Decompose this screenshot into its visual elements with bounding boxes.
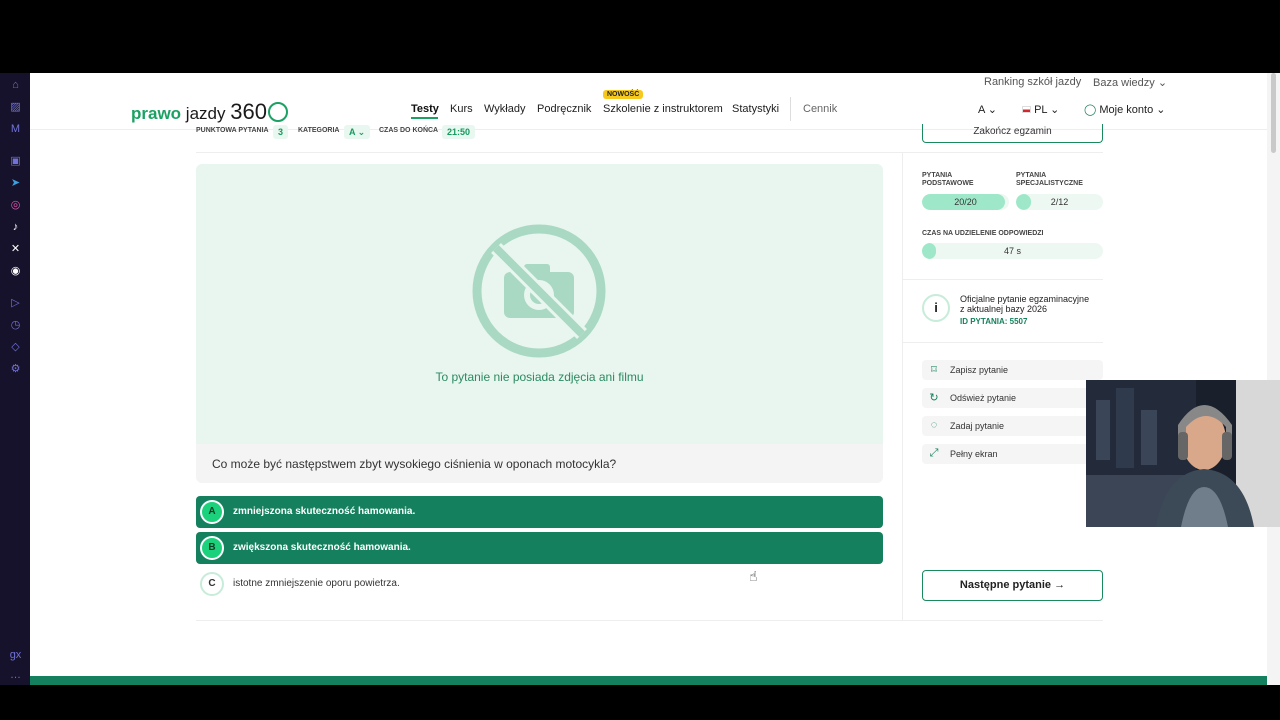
answer-a[interactable]: A zmniejszona skuteczność hamowania. [196,496,883,528]
chat-icon: ◌ [930,419,938,431]
page-scrollbar[interactable] [1267,73,1280,685]
category-select[interactable]: A ⌄ [978,103,997,116]
nav-instructor-training[interactable]: Szkolenie z instruktorem [603,103,723,115]
no-media-text: To pytanie nie posiada zdjęcia ani filmu [435,370,644,384]
account-menu[interactable]: ◯ Moje konto ⌄ [1084,103,1165,116]
question-text: Co może być następstwem zbyt wysokiego c… [212,457,617,471]
chevron-down-icon: ⌄ [1050,104,1060,116]
answer-text: zmniejszona skuteczność hamowania. [233,506,416,517]
gx-icon[interactable]: gx [9,649,22,662]
cube-icon[interactable]: ◇ [9,341,22,354]
column-divider [902,153,903,621]
category-value: A ⌄ [344,125,371,139]
nav-tests[interactable]: Testy [411,103,439,115]
end-exam-button[interactable]: Zakończ egzamin [922,124,1103,143]
refresh-question-button[interactable]: ↻ Odśwież pytanie [922,388,1103,408]
info-icon: i [922,294,950,322]
more-icon[interactable]: … [9,669,22,682]
site-logo[interactable]: prawo jazdy 360 [131,99,288,125]
expand-icon: ⤢ [929,447,939,459]
mouse-cursor: ☝ [749,568,758,584]
database-text: z aktualnej bazy 2026 [960,304,1048,314]
answer-time-bar: 47 s [922,243,1103,259]
nav-divider [790,97,791,121]
basic-questions-label: PYTANIA PODSTAWOWE [922,172,974,187]
ranking-link[interactable]: Ranking szkół jazdy [984,76,1081,88]
answer-letter: B [200,536,224,560]
answer-text: istotne zmniejszenie oporu powietrza. [233,578,400,589]
official-question-text: Oficjalne pytanie egzaminacyjne [960,294,1090,304]
active-tab-indicator [411,117,438,119]
special-progress-bar: 2/12 [1016,194,1103,210]
chevron-down-icon: ⌄ [1157,77,1168,89]
answer-letter: A [200,500,224,524]
nav-pricing[interactable]: Cennik [803,103,837,115]
answer-time-fill [922,243,937,259]
poland-flag-icon [1022,106,1031,113]
nav-course[interactable]: Kurs [450,103,473,115]
web-page: Ranking szkół jazdy Baza wiedzy ⌄ prawo … [30,73,1267,685]
nav-lectures[interactable]: Wykłady [484,103,525,115]
basic-progress-bar: 20/20 [922,194,1009,210]
points-label: PUNKTOWA PYTANIA [196,127,269,134]
time-left-value: 21:50 [442,125,476,139]
nav-handbook[interactable]: Podręcznik [537,103,591,115]
ask-question-button[interactable]: ◌ Zadaj pytanie [922,416,1103,436]
strip-divider [196,152,1103,153]
check-logo-icon [267,102,288,122]
question-media: To pytanie nie posiada zdjęcia ani filmu [196,164,883,444]
panel-divider [902,342,1103,343]
bookmark-icon: ⌑ [931,364,937,376]
page-footer-band [30,676,1267,685]
answer-c[interactable]: C istotne zmniejszenie oporu powietrza. [196,568,883,600]
content-bottom-divider [196,620,1103,621]
scrollbar-thumb[interactable] [1271,73,1276,153]
chevron-down-icon: ⌄ [987,104,998,116]
tiktok-icon[interactable]: ♪ [9,221,22,234]
chevron-down-icon: ⌄ [1156,104,1166,116]
clock-icon[interactable]: ◷ [9,319,22,332]
webcam-overlay [1086,380,1280,527]
arrow-right-icon: → [1054,579,1066,591]
panel-divider [902,279,1103,280]
telegram-icon[interactable]: ➤ [9,177,22,190]
x-icon[interactable]: ✕ [9,243,22,256]
no-camera-icon [472,224,606,358]
question-id: ID PYTANIA: 5507 [960,317,1028,326]
knowledge-base-link[interactable]: Baza wiedzy ⌄ [1093,76,1167,89]
answer-text: zwiększona skuteczność hamowania. [233,542,411,553]
webcam-feed [1086,380,1280,527]
category-label: KATEGORIA [298,127,340,134]
special-questions-label: PYTANIA SPECJALISTYCZNE [1016,172,1083,187]
user-icon: ◯ [1084,104,1097,116]
next-question-button[interactable]: Następne pytanie → [922,570,1103,601]
twitch-icon[interactable]: ▣ [9,155,22,168]
mail-icon[interactable]: M [9,123,22,136]
points-value: 3 [273,125,289,139]
answer-b[interactable]: B zwiększona skuteczność hamowania. [196,532,883,564]
new-badge: NOWOŚĆ [603,90,644,99]
time-left-label: CZAS DO KOŃCA [379,127,439,134]
question-box: Co może być następstwem zbyt wysokiego c… [196,444,883,483]
refresh-icon: ↻ [929,392,939,404]
instagram-icon[interactable]: ◎ [9,199,22,212]
nav-statistics[interactable]: Statystyki [732,103,779,115]
discord-icon[interactable]: ◉ [9,265,22,278]
settings-icon[interactable]: ⚙ [9,363,22,376]
home-icon[interactable]: ⌂ [9,79,22,92]
fullscreen-button[interactable]: ⤢ Pełny ekran [922,444,1103,464]
play-icon[interactable]: ▷ [9,297,22,310]
answer-letter: C [200,572,224,596]
browser-sidebar: ⌂ ▨ M ▣ ➤ ◎ ♪ ✕ ◉ ▷ ◷ ◇ ⚙ gx … [0,73,30,685]
gallery-icon[interactable]: ▨ [9,101,22,114]
language-select[interactable]: PL ⌄ [1022,103,1059,116]
save-question-button[interactable]: ⌑ Zapisz pytanie [922,360,1103,380]
special-progress-fill [1016,194,1031,210]
answer-time-label: CZAS NA UDZIELENIE ODPOWIEDZI [922,230,1044,237]
